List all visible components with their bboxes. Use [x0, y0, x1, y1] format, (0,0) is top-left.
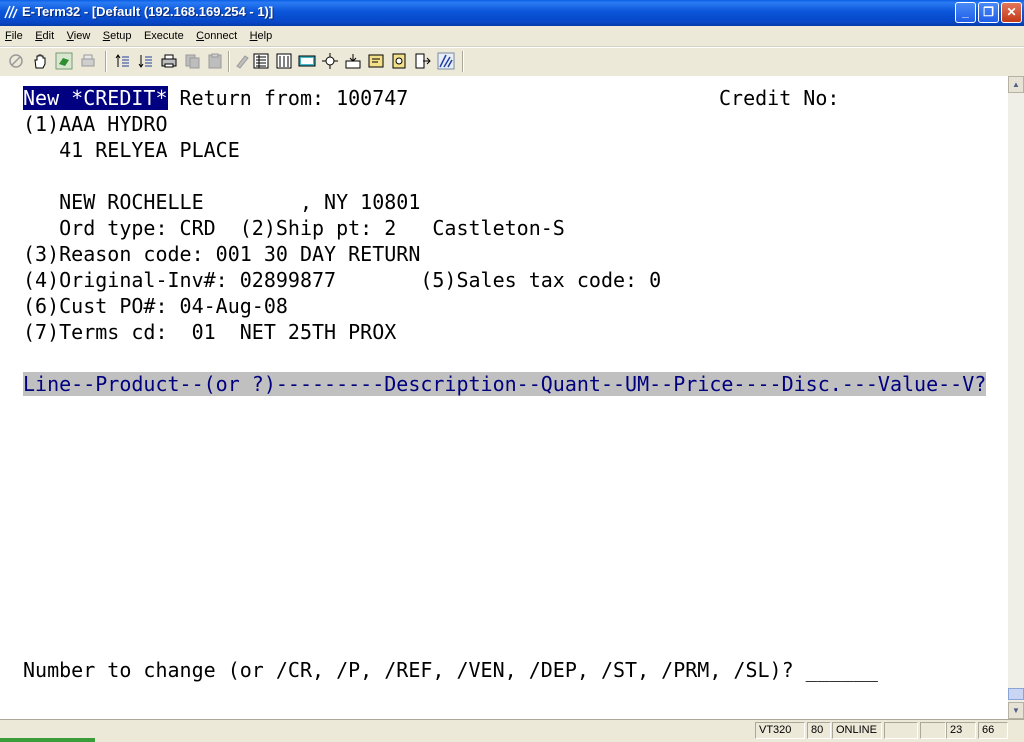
status-blank-1 [884, 722, 918, 739]
credit-no-label: Credit No: [719, 86, 840, 110]
toolbar [0, 47, 1024, 77]
download-icon[interactable] [137, 52, 155, 70]
close-button[interactable]: ✕ [1001, 2, 1022, 23]
menu-file[interactable]: File [0, 26, 26, 42]
status-col: 66 [978, 722, 1008, 739]
menu-execute[interactable]: Execute [139, 26, 187, 42]
columns-header-line: Line--Product--(or ?)---------Descriptio… [23, 371, 987, 397]
menu-setup[interactable]: Setup [98, 26, 135, 42]
toolbar-separator [228, 51, 230, 72]
original-invoice-line: (4)Original-Inv#: 02899877 (5)Sales tax … [23, 268, 662, 292]
connect-icon[interactable] [55, 52, 73, 70]
properties-icon[interactable] [252, 52, 270, 70]
customer-name-line: (1)AAA HYDRO [23, 112, 168, 136]
order-type-line: Ord type: CRD (2)Ship pt: 2 Castleton-S [23, 216, 565, 240]
menu-help[interactable]: Help [245, 26, 276, 42]
macro-icon[interactable] [367, 52, 385, 70]
paste-disabled-icon[interactable] [206, 52, 224, 70]
exit-icon[interactable] [413, 52, 431, 70]
toolbar-separator [105, 51, 107, 72]
terminal-screen[interactable]: New *CREDIT* Return from: 100747 Credit … [0, 76, 1008, 719]
printer-icon[interactable] [160, 52, 178, 70]
vertical-scrollbar[interactable]: ▲ ▼ [1008, 76, 1024, 719]
menu-edit[interactable]: Edit [30, 26, 57, 42]
city-state-zip-line: NEW ROCHELLE , NY 10801 [23, 190, 421, 214]
script-icon[interactable] [390, 52, 408, 70]
menu-bar: File Edit View Setup Execute Connect Hel… [0, 26, 1024, 46]
reason-code-line: (3)Reason code: 001 30 DAY RETURN [23, 242, 421, 266]
status-row: 23 [946, 722, 976, 739]
minimize-button[interactable]: _ [955, 2, 976, 23]
credit-header-line: New *CREDIT* Return from: 100747 [23, 85, 408, 111]
scroll-up-button[interactable]: ▲ [1008, 76, 1024, 93]
hand-icon[interactable] [31, 52, 49, 70]
cust-po-line: (6)Cust PO#: 04-Aug-08 [23, 294, 288, 318]
keypad-icon[interactable] [298, 52, 316, 70]
app-icon[interactable] [4, 5, 18, 19]
address-line: 41 RELYEA PLACE [23, 138, 240, 162]
window-title: E-Term32 - [Default (192.168.169.254 - 1… [22, 4, 274, 19]
network-icon[interactable] [321, 52, 339, 70]
restore-button[interactable]: ❐ [978, 2, 999, 23]
menu-connect[interactable]: Connect [191, 26, 240, 42]
status-online: ONLINE [832, 722, 882, 739]
title-bar: E-Term32 - [Default (192.168.169.254 - 1… [0, 0, 1024, 26]
disconnect-icon[interactable] [7, 52, 25, 70]
scroll-thumb[interactable] [1008, 688, 1024, 700]
menu-view[interactable]: View [62, 26, 94, 42]
copy-disabled-icon[interactable] [184, 52, 202, 70]
upload-icon[interactable] [114, 52, 132, 70]
capture-icon[interactable] [344, 52, 362, 70]
session-icon[interactable] [275, 52, 293, 70]
scroll-down-button[interactable]: ▼ [1008, 702, 1024, 719]
columns-header: Line--Product--(or ?)---------Descriptio… [23, 372, 987, 396]
settings-icon[interactable] [437, 52, 455, 70]
toolbar-separator [462, 51, 464, 72]
edit-disabled-icon[interactable] [233, 52, 251, 70]
return-from-text: Return from: 100747 [167, 86, 409, 110]
status-columns: 80 [807, 722, 831, 739]
taskbar-strip [0, 738, 95, 742]
new-credit-label: New *CREDIT* [23, 86, 168, 110]
status-bar: VT320 80 ONLINE 23 66 [0, 719, 1024, 742]
change-prompt-line[interactable]: Number to change (or /CR, /P, /REF, /VEN… [23, 657, 878, 683]
print-disabled-icon[interactable] [79, 52, 97, 70]
terms-code-line: (7)Terms cd: 01 NET 25TH PROX [23, 320, 397, 344]
status-emulation: VT320 [755, 722, 805, 739]
status-blank-2 [920, 722, 946, 739]
